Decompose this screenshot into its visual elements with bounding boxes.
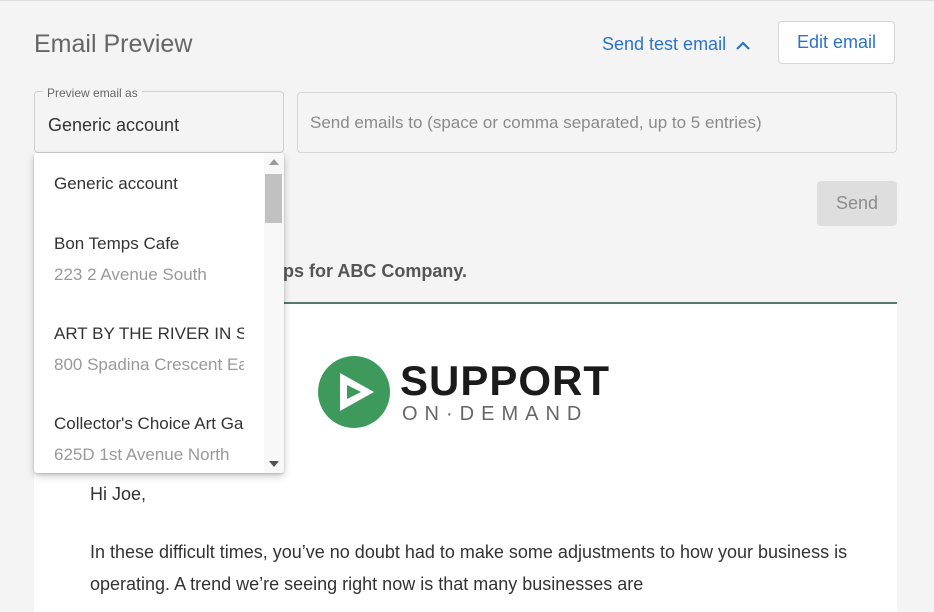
scroll-up-arrow-icon[interactable]: [269, 159, 279, 165]
option-name: Collector's Choice Art Gallery: [54, 414, 244, 433]
recipients-input[interactable]: [297, 92, 897, 153]
option-address: 625D 1st Avenue North: [54, 445, 230, 464]
chevron-up-icon: [736, 41, 750, 50]
dropdown-list: Generic account Bon Temps Cafe 223 2 Ave…: [34, 153, 264, 473]
option-name: Bon Temps Cafe: [54, 234, 180, 253]
preview-as-select[interactable]: Preview email as Generic account: [34, 86, 284, 153]
dropdown-scrollbar[interactable]: [264, 153, 284, 473]
top-divider: [0, 0, 934, 1]
option-name: ART BY THE RIVER IN SASKATOON: [54, 324, 244, 343]
scroll-down-arrow-icon[interactable]: [269, 461, 279, 467]
play-circle-logo-icon: [318, 356, 390, 428]
preview-as-label: Preview email as: [43, 86, 142, 100]
logo-sub-text: ON·DEMAND: [402, 403, 589, 425]
send-test-email-label: Send test email: [602, 34, 727, 54]
edit-email-button[interactable]: Edit email: [778, 21, 895, 64]
logo-main-text: SUPPORT: [400, 357, 611, 404]
scroll-thumb[interactable]: [265, 174, 282, 223]
page-title: Email Preview: [34, 30, 193, 58]
dropdown-option[interactable]: Generic account: [54, 174, 244, 194]
send-button[interactable]: Send: [817, 181, 897, 226]
email-greeting: Hi Joe,: [90, 484, 147, 504]
email-subject: ps for ABC Company.: [283, 261, 468, 281]
preview-as-dropdown: Generic account Bon Temps Cafe 223 2 Ave…: [34, 153, 284, 473]
option-address: 800 Spadina Crescent East: [54, 355, 244, 374]
send-test-email-toggle[interactable]: Send test email: [602, 34, 750, 55]
dropdown-option[interactable]: ART BY THE RIVER IN SASKATOON 800 Spadin…: [54, 324, 244, 375]
option-address: 223 2 Avenue South: [54, 265, 207, 284]
dropdown-option[interactable]: Collector's Choice Art Gallery 625D 1st …: [54, 414, 244, 465]
preview-as-value: Generic account: [48, 115, 180, 135]
dropdown-option[interactable]: Bon Temps Cafe 223 2 Avenue South: [54, 234, 244, 285]
support-on-demand-logo: SUPPORT ON·DEMAND: [318, 356, 610, 428]
option-name: Generic account: [54, 174, 178, 193]
email-body: In these difficult times, you’ve no doub…: [90, 542, 848, 594]
